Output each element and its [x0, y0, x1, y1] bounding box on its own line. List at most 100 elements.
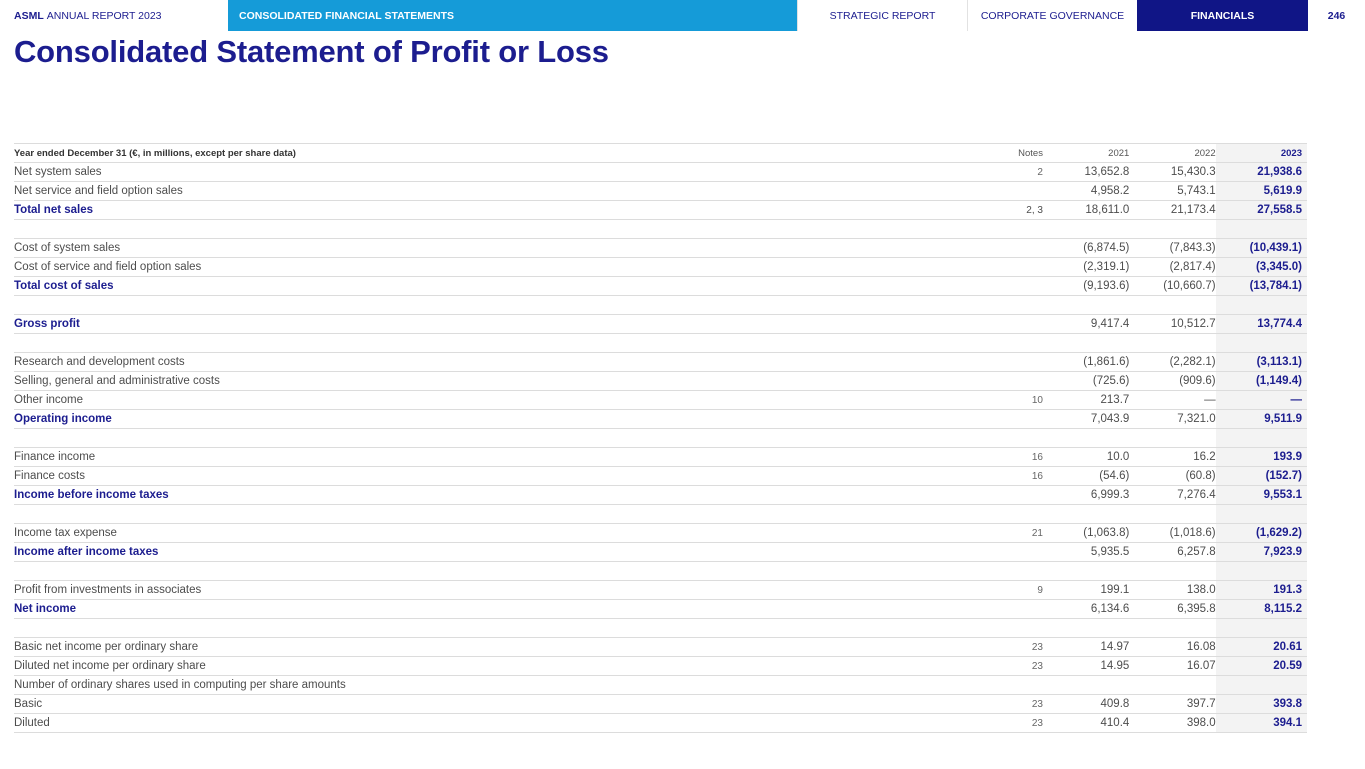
row-value-2022: (7,843.3)	[1129, 238, 1216, 258]
row-label: Finance income	[14, 447, 1006, 467]
report-brand[interactable]: ASML ANNUAL REPORT 2023	[0, 0, 228, 31]
row-value-2023	[1215, 504, 1307, 524]
row-notes	[1005, 333, 1043, 353]
row-value-2023: 7,923.9	[1215, 542, 1307, 562]
row-value-2021	[1042, 219, 1130, 239]
row-value-2021: 18,611.0	[1042, 200, 1130, 220]
row-value-2021	[1042, 675, 1130, 695]
table-row: Operating income 7,043.9 7,321.0 9,511.9	[14, 409, 1307, 429]
nav-financials[interactable]: FINANCIALS	[1137, 0, 1308, 31]
row-value-2023	[1215, 618, 1307, 638]
table-row	[14, 295, 1307, 315]
row-label	[14, 333, 1006, 353]
row-value-2023: (1,149.4)	[1215, 371, 1307, 391]
top-navigation-bar: ASML ANNUAL REPORT 2023 CONSOLIDATED FIN…	[0, 0, 1365, 31]
row-notes: 23	[1005, 713, 1043, 733]
row-value-2023: 8,115.2	[1215, 599, 1307, 619]
row-value-2022	[1129, 219, 1216, 239]
row-notes	[1005, 485, 1043, 505]
row-label: Selling, general and administrative cost…	[14, 371, 1006, 391]
table-row: Income before income taxes 6,999.3 7,276.4…	[14, 485, 1307, 505]
row-label: Cost of service and field option sales	[14, 257, 1006, 277]
row-value-2021: (6,874.5)	[1042, 238, 1130, 258]
row-value-2021	[1042, 295, 1130, 315]
table-header-row: Year ended December 31 (€, in millions, …	[14, 143, 1307, 163]
table-row: Finance costs 16 (54.6) (60.8) (152.7)	[14, 466, 1307, 486]
row-notes	[1005, 219, 1043, 239]
row-notes: 2, 3	[1005, 200, 1043, 220]
row-label: Operating income	[14, 409, 1006, 429]
row-value-2022: 138.0	[1129, 580, 1216, 600]
row-label	[14, 618, 1006, 638]
table-row: Total net sales 2, 3 18,611.0 21,173.4 27,55…	[14, 200, 1307, 220]
row-notes: 23	[1005, 694, 1043, 714]
row-value-2021: 13,652.8	[1042, 162, 1130, 182]
row-notes	[1005, 561, 1043, 581]
row-value-2023: 393.8	[1215, 694, 1307, 714]
row-label: Research and development costs	[14, 352, 1006, 372]
nav-strategic-report[interactable]: STRATEGIC REPORT	[797, 0, 967, 31]
row-label: Diluted net income per ordinary share	[14, 656, 1006, 676]
row-value-2023	[1215, 428, 1307, 448]
row-value-2023: 5,619.9	[1215, 181, 1307, 201]
row-notes	[1005, 504, 1043, 524]
row-value-2021: 213.7	[1042, 390, 1130, 410]
row-label: Basic net income per ordinary share	[14, 637, 1006, 657]
brand-name: ASML	[14, 9, 44, 22]
table-row: Other income 10 213.7— —	[14, 390, 1307, 410]
row-value-2022: 6,257.8	[1129, 542, 1216, 562]
page-number: 246	[1327, 9, 1346, 22]
row-value-2023: 193.9	[1215, 447, 1307, 467]
row-label: Income before income taxes	[14, 485, 1006, 505]
table-row	[14, 428, 1307, 448]
row-notes	[1005, 675, 1043, 695]
table-row: Diluted 23 410.4 398.0 394.1	[14, 713, 1307, 733]
row-notes	[1005, 257, 1043, 277]
row-label: Number of ordinary shares used in comput…	[14, 675, 1006, 695]
row-value-2021: 199.1	[1042, 580, 1130, 600]
row-value-2022: 10,512.7	[1129, 314, 1216, 334]
row-notes	[1005, 371, 1043, 391]
row-label: Finance costs	[14, 466, 1006, 486]
row-label: Net system sales	[14, 162, 1006, 182]
header-notes: Notes	[1005, 143, 1043, 163]
row-notes: 9	[1005, 580, 1043, 600]
row-value-2022: 6,395.8	[1129, 599, 1216, 619]
row-value-2021: 409.8	[1042, 694, 1130, 714]
row-value-2023: 191.3	[1215, 580, 1307, 600]
table-row: Net service and field option sales 4,958.…	[14, 181, 1307, 201]
row-label: Income after income taxes	[14, 542, 1006, 562]
row-value-2022: 16.07	[1129, 656, 1216, 676]
row-value-2021	[1042, 618, 1130, 638]
nav-corporate-governance[interactable]: CORPORATE GOVERNANCE	[967, 0, 1137, 31]
row-value-2021	[1042, 333, 1130, 353]
row-label	[14, 219, 1006, 239]
row-value-2021: (54.6)	[1042, 466, 1130, 486]
table-row: Net income 6,134.6 6,395.8 8,115.2	[14, 599, 1307, 619]
row-value-2021: (1,861.6)	[1042, 352, 1130, 372]
table-row: Income tax expense 21 (1,063.8) (1,018.6) (1…	[14, 523, 1307, 543]
row-value-2022	[1129, 675, 1216, 695]
row-notes	[1005, 238, 1043, 258]
row-value-2023: —	[1215, 390, 1307, 410]
row-value-2021: 14.97	[1042, 637, 1130, 657]
row-value-2021: (9,193.6)	[1042, 276, 1130, 296]
row-value-2023	[1215, 295, 1307, 315]
row-notes	[1005, 542, 1043, 562]
row-value-2022: 398.0	[1129, 713, 1216, 733]
row-value-2021	[1042, 428, 1130, 448]
row-value-2023: 13,774.4	[1215, 314, 1307, 334]
table-row	[14, 618, 1307, 638]
table-row	[14, 561, 1307, 581]
row-notes: 23	[1005, 656, 1043, 676]
row-value-2022: (2,817.4)	[1129, 257, 1216, 277]
row-notes	[1005, 181, 1043, 201]
row-notes	[1005, 276, 1043, 296]
row-value-2022: —	[1129, 390, 1216, 410]
row-notes: 10	[1005, 390, 1043, 410]
row-value-2023	[1215, 675, 1307, 695]
row-value-2023: (13,784.1)	[1215, 276, 1307, 296]
row-value-2022: (2,282.1)	[1129, 352, 1216, 372]
table-row	[14, 504, 1307, 524]
row-value-2022: (60.8)	[1129, 466, 1216, 486]
